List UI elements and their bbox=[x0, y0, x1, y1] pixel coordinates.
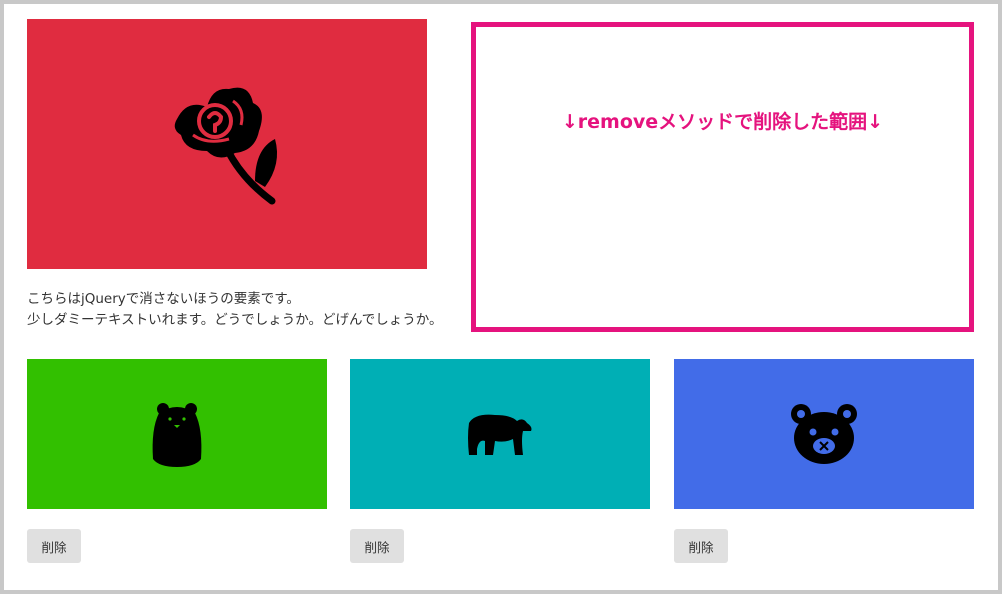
bear-face-icon bbox=[791, 404, 857, 464]
card-polar-bear bbox=[350, 359, 650, 509]
hero-image bbox=[27, 19, 427, 269]
hero-text-line-1: こちらはjQueryで消さないほうの要素です。 bbox=[27, 291, 300, 307]
removed-area-label: ↓removeメソッドで削除した範囲↓ bbox=[561, 111, 884, 133]
polar-bear-icon bbox=[468, 414, 532, 455]
delete-button-1[interactable]: 削除 bbox=[27, 529, 81, 563]
rose-icon bbox=[174, 87, 278, 205]
removed-area-box: ↓removeメソッドで削除した範囲↓ bbox=[471, 22, 974, 332]
card-bear-face bbox=[674, 359, 974, 509]
delete-button-3[interactable]: 削除 bbox=[674, 529, 728, 563]
standing-bear-icon bbox=[152, 403, 202, 467]
hero-description: こちらはjQueryで消さないほうの要素です。 少しダミーテキストいれます。どう… bbox=[27, 289, 467, 331]
delete-button-2[interactable]: 削除 bbox=[350, 529, 404, 563]
card-standing-bear bbox=[27, 359, 327, 509]
hero-text-line-2: 少しダミーテキストいれます。どうでしょうか。どげんでしょうか。 bbox=[27, 312, 443, 328]
